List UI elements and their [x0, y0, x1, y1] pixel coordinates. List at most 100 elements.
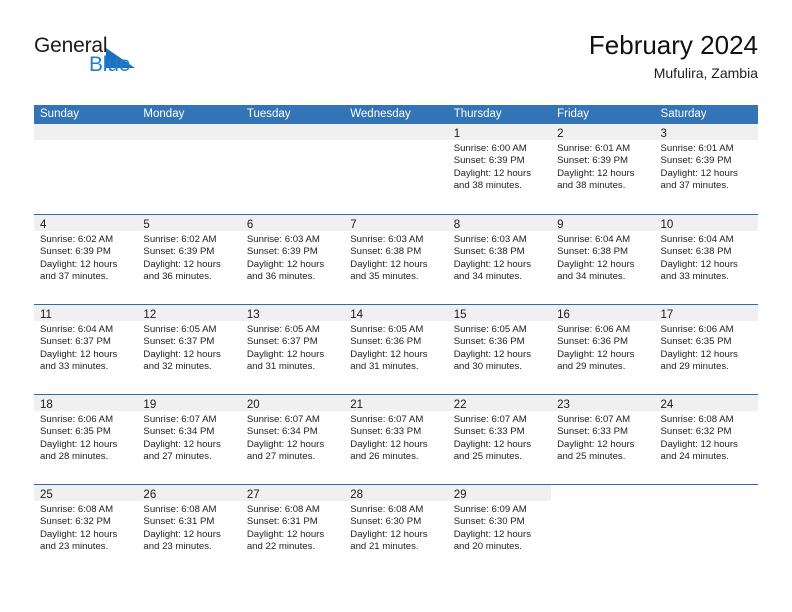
sunset-time: Sunset: 6:32 PM — [660, 426, 732, 438]
day-sun-info: Sunrise: 6:07 AM Sunset: 6:34 PM Daylight:… — [137, 411, 240, 463]
daylight-duration-line2: and 28 minutes. — [40, 450, 109, 462]
day-number: 3 — [660, 128, 667, 140]
daylight-duration-line2: and 25 minutes. — [453, 450, 522, 462]
calendar-day-cell[interactable]: 16 Sunrise: 6:06 AM Sunset: 6:36 PM Dayligh… — [551, 305, 655, 394]
daylight-duration-line2: and 37 minutes. — [660, 179, 729, 191]
calendar-day-cell[interactable]: 17 Sunrise: 6:06 AM Sunset: 6:35 PM Dayligh… — [654, 305, 758, 394]
sunset-time: Sunset: 6:31 PM — [143, 516, 215, 528]
daylight-duration-line1: Daylight: 12 hours — [350, 348, 428, 360]
daylight-duration-line2: and 23 minutes. — [143, 540, 212, 552]
sunset-time: Sunset: 6:36 PM — [453, 336, 525, 348]
sunset-time: Sunset: 6:37 PM — [143, 336, 215, 348]
sunrise-time: Sunrise: 6:05 AM — [453, 324, 527, 335]
sunrise-time: Sunrise: 6:02 AM — [40, 234, 114, 245]
daylight-duration-line1: Daylight: 12 hours — [350, 438, 428, 450]
calendar-day-cell-empty — [551, 485, 655, 574]
calendar-day-cell[interactable]: 19 Sunrise: 6:07 AM Sunset: 6:34 PM Dayligh… — [137, 395, 241, 484]
day-sun-info: Sunrise: 6:07 AM Sunset: 6:33 PM Daylight:… — [344, 411, 447, 463]
sunrise-time: Sunrise: 6:02 AM — [143, 234, 217, 245]
daylight-duration-line2: and 23 minutes. — [40, 540, 109, 552]
brand-blue-text: Blue — [89, 53, 131, 76]
day-sun-info: Sunrise: 6:08 AM Sunset: 6:32 PM Daylight:… — [655, 411, 758, 463]
calendar-day-cell[interactable]: 29 Sunrise: 6:09 AM Sunset: 6:30 PM Dayligh… — [447, 485, 552, 574]
daylight-duration-line2: and 38 minutes. — [453, 179, 522, 191]
calendar-day-cell[interactable]: 21 Sunrise: 6:07 AM Sunset: 6:33 PM Dayligh… — [344, 395, 448, 484]
brand-logo[interactable]: General Blue — [34, 34, 254, 90]
sunset-time: Sunset: 6:39 PM — [453, 155, 525, 167]
sunrise-time: Sunrise: 6:03 AM — [246, 234, 320, 245]
day-sun-info: Sunrise: 6:05 AM Sunset: 6:37 PM Daylight:… — [137, 321, 240, 373]
calendar-day-cell[interactable]: 23 Sunrise: 6:07 AM Sunset: 6:33 PM Dayligh… — [551, 395, 655, 484]
calendar-week-row: 25 Sunrise: 6:08 AM Sunset: 6:32 PM Dayligh… — [34, 484, 758, 574]
calendar-day-cell[interactable]: 18 Sunrise: 6:06 AM Sunset: 6:35 PM Dayligh… — [34, 395, 138, 484]
calendar-day-cell[interactable]: 12 Sunrise: 6:05 AM Sunset: 6:37 PM Dayligh… — [137, 305, 241, 394]
daylight-duration-line2: and 29 minutes. — [660, 360, 729, 372]
calendar-day-cell[interactable]: 26 Sunrise: 6:08 AM Sunset: 6:31 PM Dayligh… — [137, 485, 241, 574]
day-number-band: 18 — [34, 395, 138, 411]
day-number-band: 10 — [654, 215, 758, 231]
calendar-day-cell[interactable]: 2 Sunrise: 6:01 AM Sunset: 6:39 PM Daylight… — [551, 124, 655, 214]
daylight-duration-line1: Daylight: 12 hours — [40, 348, 118, 360]
day-number-band: 28 — [344, 485, 448, 501]
sunset-time: Sunset: 6:33 PM — [453, 426, 525, 438]
calendar-day-cell[interactable]: 25 Sunrise: 6:08 AM Sunset: 6:32 PM Dayligh… — [34, 485, 138, 574]
calendar-day-cell[interactable]: 3 Sunrise: 6:01 AM Sunset: 6:39 PM Daylight… — [654, 124, 758, 214]
calendar-day-cell[interactable]: 13 Sunrise: 6:05 AM Sunset: 6:37 PM Dayligh… — [240, 305, 345, 394]
daylight-duration-line1: Daylight: 12 hours — [453, 258, 532, 270]
day-number-band: 5 — [137, 215, 241, 231]
calendar-day-cell[interactable]: 14 Sunrise: 6:05 AM Sunset: 6:36 PM Dayligh… — [344, 305, 448, 394]
daylight-duration-line1: Daylight: 12 hours — [453, 528, 532, 540]
calendar-day-cell[interactable]: 22 Sunrise: 6:07 AM Sunset: 6:33 PM Dayligh… — [447, 395, 552, 484]
daylight-duration-line2: and 36 minutes. — [246, 270, 316, 282]
day-number: 22 — [453, 399, 467, 411]
daylight-duration-line2: and 35 minutes. — [350, 270, 419, 282]
calendar-day-cell[interactable]: 4 Sunrise: 6:02 AM Sunset: 6:39 PM Daylight… — [34, 215, 138, 304]
day-number-band — [34, 124, 138, 140]
day-number: 12 — [143, 309, 157, 321]
calendar-day-cell[interactable]: 11 Sunrise: 6:04 AM Sunset: 6:37 PM Dayligh… — [34, 305, 138, 394]
calendar-day-cell[interactable]: 1 Sunrise: 6:00 AM Sunset: 6:39 PM Daylight… — [447, 124, 552, 214]
day-sun-info: Sunrise: 6:06 AM Sunset: 6:35 PM Daylight:… — [34, 411, 137, 463]
calendar-day-cell[interactable]: 10 Sunrise: 6:04 AM Sunset: 6:38 PM Dayligh… — [654, 215, 758, 304]
day-number-band: 1 — [447, 124, 552, 140]
day-number-band: 27 — [240, 485, 345, 501]
daylight-duration-line2: and 27 minutes. — [143, 450, 212, 462]
calendar-day-cell[interactable]: 20 Sunrise: 6:07 AM Sunset: 6:34 PM Dayligh… — [240, 395, 345, 484]
daylight-duration-line2: and 32 minutes. — [143, 360, 212, 372]
day-number-band: 15 — [447, 305, 552, 321]
day-number: 4 — [40, 219, 47, 231]
sunrise-time: Sunrise: 6:08 AM — [40, 504, 114, 515]
sunset-time: Sunset: 6:30 PM — [453, 516, 525, 528]
day-number: 18 — [40, 399, 53, 411]
calendar-day-cell[interactable]: 6 Sunrise: 6:03 AM Sunset: 6:39 PM Daylight… — [240, 215, 345, 304]
calendar-day-cell[interactable]: 5 Sunrise: 6:02 AM Sunset: 6:39 PM Daylight… — [137, 215, 241, 304]
calendar-weeks: 1 Sunrise: 6:00 AM Sunset: 6:39 PM Daylight… — [34, 124, 758, 574]
day-sun-info: Sunrise: 6:01 AM Sunset: 6:39 PM Daylight:… — [551, 140, 654, 192]
calendar-day-cell[interactable]: 28 Sunrise: 6:08 AM Sunset: 6:30 PM Dayligh… — [344, 485, 448, 574]
day-number: 11 — [40, 309, 52, 321]
calendar-day-cell[interactable]: 15 Sunrise: 6:05 AM Sunset: 6:36 PM Dayligh… — [447, 305, 552, 394]
day-number-band: 23 — [551, 395, 655, 411]
daylight-duration-line2: and 25 minutes. — [557, 450, 626, 462]
daylight-duration-line1: Daylight: 12 hours — [350, 528, 428, 540]
day-number-band: 20 — [240, 395, 345, 411]
sunrise-time: Sunrise: 6:04 AM — [660, 234, 734, 245]
weekday-header-row: Sunday Monday Tuesday Wednesday Thursday… — [34, 105, 758, 124]
daylight-duration-line1: Daylight: 12 hours — [143, 258, 221, 270]
sunrise-time: Sunrise: 6:06 AM — [557, 324, 631, 335]
daylight-duration-line1: Daylight: 12 hours — [453, 167, 532, 179]
calendar-day-cell[interactable]: 27 Sunrise: 6:08 AM Sunset: 6:31 PM Dayligh… — [240, 485, 345, 574]
sunrise-time: Sunrise: 6:08 AM — [350, 504, 424, 515]
calendar-day-cell[interactable]: 9 Sunrise: 6:04 AM Sunset: 6:38 PM Daylight… — [551, 215, 655, 304]
sunrise-time: Sunrise: 6:07 AM — [246, 414, 320, 425]
weekday-header-tuesday: Tuesday — [246, 108, 291, 120]
calendar-day-cell[interactable]: 8 Sunrise: 6:03 AM Sunset: 6:38 PM Daylight… — [447, 215, 552, 304]
daylight-duration-line2: and 29 minutes. — [557, 360, 626, 372]
day-number: 26 — [143, 489, 157, 501]
day-number: 6 — [246, 219, 254, 231]
daylight-duration-line2: and 20 minutes. — [453, 540, 522, 552]
daylight-duration-line1: Daylight: 12 hours — [246, 528, 325, 540]
calendar-day-cell[interactable]: 7 Sunrise: 6:03 AM Sunset: 6:38 PM Daylight… — [344, 215, 448, 304]
calendar-day-cell[interactable]: 24 Sunrise: 6:08 AM Sunset: 6:32 PM Dayligh… — [654, 395, 758, 484]
day-number-band: 7 — [344, 215, 448, 231]
